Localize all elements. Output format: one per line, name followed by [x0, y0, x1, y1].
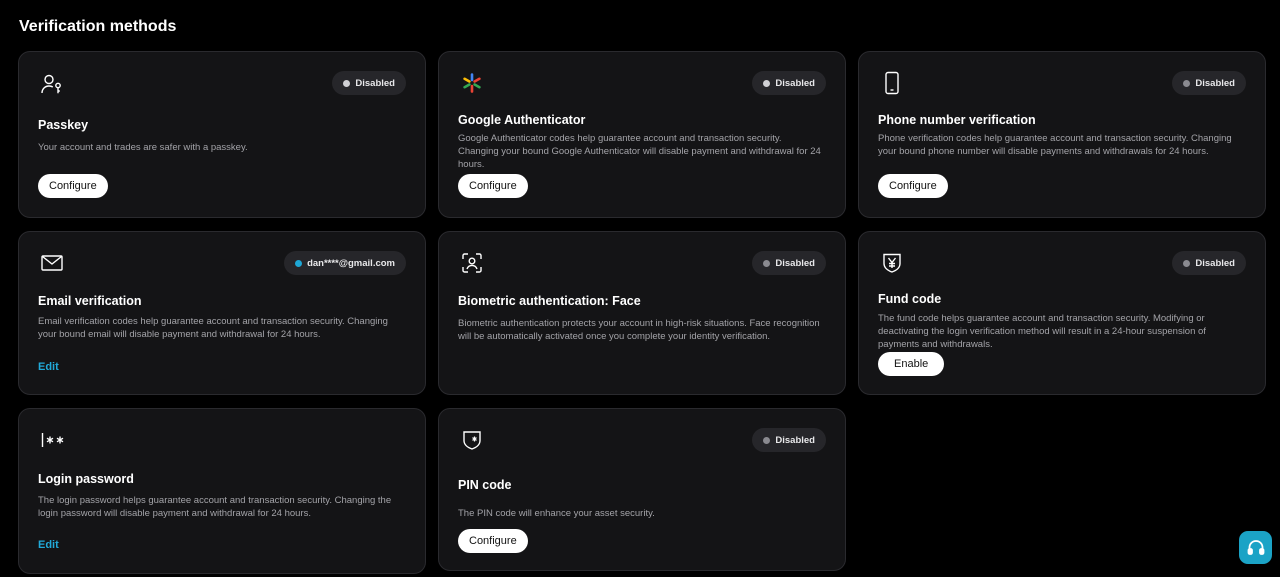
edit-link[interactable]: Edit — [38, 361, 59, 373]
status-text: Disabled — [1195, 77, 1235, 89]
shield-star-icon — [459, 427, 485, 453]
card-title: Passkey — [38, 118, 89, 132]
card-description: Biometric authentication protects your a… — [458, 318, 820, 342]
enable-button[interactable]: Enable — [878, 352, 945, 376]
yen-shield-icon — [879, 250, 905, 276]
status-text: Disabled — [1195, 257, 1235, 269]
card-description: Email verification codes help guarantee … — [38, 316, 388, 340]
status-dot — [1183, 259, 1191, 267]
status-dot — [763, 259, 771, 267]
card-description: Phone verification codes help guarantee … — [878, 133, 1232, 157]
card-phone-verification: Disabled Phone number verification Phone… — [858, 51, 1266, 218]
card-biometric-face: Disabled Biometric authentication: Face … — [438, 231, 846, 395]
card-pin-code: Disabled PIN code The PIN code will enha… — [438, 408, 846, 571]
card-email-verification: dan****@gmail.com Email verification Ema… — [18, 231, 426, 395]
headset-icon — [1247, 539, 1264, 555]
configure-button[interactable]: Configure — [458, 529, 528, 553]
phone-icon — [879, 70, 905, 96]
configure-button[interactable]: Configure — [458, 174, 528, 198]
status-badge: Disabled — [752, 71, 826, 95]
card-title: PIN code — [458, 478, 512, 492]
status-text: Disabled — [775, 77, 815, 89]
status-dot — [1183, 79, 1191, 87]
card-description: The fund code helps guarantee account an… — [878, 313, 1206, 350]
configure-button[interactable]: Configure — [878, 174, 948, 198]
card-title: Email verification — [38, 294, 142, 308]
card-description: The PIN code will enhance your asset sec… — [458, 508, 655, 519]
status-badge: Disabled — [332, 71, 406, 95]
verification-page: Verification methods Disabled Passkey Yo… — [0, 0, 1280, 577]
card-title: Login password — [38, 472, 134, 486]
card-passkey: Disabled Passkey Your account and trades… — [18, 51, 426, 218]
card-title: Google Authenticator — [458, 113, 586, 127]
card-fund-code: Disabled Fund code The fund code helps g… — [858, 231, 1266, 395]
status-badge: Disabled — [1172, 71, 1246, 95]
section-title: Verification methods — [19, 18, 177, 35]
card-title: Biometric authentication: Face — [458, 294, 641, 308]
configure-button[interactable]: Configure — [38, 174, 108, 198]
status-dot — [763, 79, 771, 87]
status-badge: Disabled — [1172, 251, 1246, 275]
support-button[interactable] — [1239, 531, 1272, 564]
status-text: dan****@gmail.com — [307, 257, 395, 269]
mail-icon — [39, 250, 65, 276]
edit-link[interactable]: Edit — [38, 539, 59, 551]
status-dot — [295, 259, 303, 267]
google-authenticator-icon — [459, 70, 485, 96]
card-title: Fund code — [878, 292, 942, 306]
user-key-icon — [39, 71, 65, 97]
card-login-password: Login password The login password helps … — [18, 408, 426, 574]
status-text: Disabled — [775, 434, 815, 446]
password-icon — [39, 427, 69, 453]
face-scan-icon — [459, 250, 485, 276]
status-badge: Disabled — [752, 251, 826, 275]
card-title: Phone number verification — [878, 113, 1036, 127]
card-description: Your account and trades are safer with a… — [38, 142, 248, 153]
status-dot — [763, 436, 771, 444]
card-google-authenticator: Disabled Google Authenticator Google Aut… — [438, 51, 846, 218]
status-badge: Disabled — [752, 428, 826, 452]
card-description: The login password helps guarantee accou… — [38, 495, 392, 519]
status-dot — [343, 79, 351, 87]
email-badge: dan****@gmail.com — [284, 251, 406, 275]
status-text: Disabled — [775, 257, 815, 269]
card-description: Google Authenticator codes help guarante… — [458, 133, 821, 170]
status-text: Disabled — [355, 77, 395, 89]
